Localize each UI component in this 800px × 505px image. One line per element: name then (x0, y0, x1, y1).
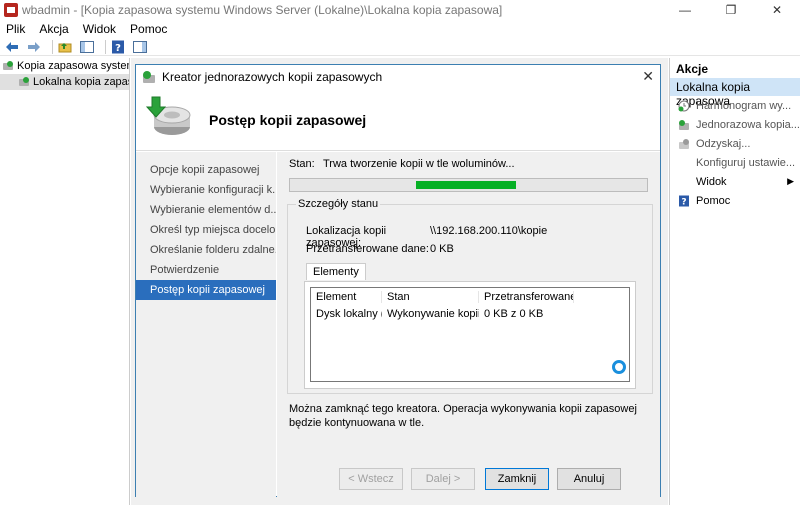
submenu-arrow-icon: ▶ (787, 176, 794, 186)
action-help[interactable]: ? Pomoc (670, 191, 800, 210)
busy-spinner-icon (612, 360, 626, 374)
step-destination-type[interactable]: Określ typ miejsca docelo... (136, 220, 276, 240)
schedule-icon (678, 100, 690, 111)
step-backup-options[interactable]: Opcje kopii zapasowej (136, 160, 276, 180)
local-backup-icon (19, 77, 29, 86)
dialog-title: Kreator jednorazowych kopii zapasowych (162, 70, 383, 84)
menu-view[interactable]: Widok (83, 22, 116, 36)
maximize-button[interactable]: ❐ (708, 0, 754, 20)
dialog-header: Postęp kopii zapasowej (136, 89, 660, 151)
close-window-button[interactable]: ✕ (754, 0, 800, 20)
status-details-group: Szczegóły stanu Lokalizacja kopii zapaso… (287, 198, 653, 394)
show-tree-icon[interactable] (79, 40, 95, 54)
window-controls: — ❐ ✕ (662, 0, 800, 20)
cell-transferred: 0 KB z 0 KB (484, 308, 544, 320)
back-arrow-icon[interactable] (4, 40, 20, 54)
up-folder-icon[interactable] (57, 40, 73, 54)
navigation-tree: Kopia zapasowa systemu W Lokalna kopia z… (0, 58, 130, 505)
tree-item-local-backup[interactable]: Lokalna kopia zapaso (0, 74, 129, 90)
recover-icon (679, 138, 689, 149)
backup-drive-icon (146, 96, 191, 135)
list-item[interactable]: Dysk lokalny (... Wykonywanie kopii... 0… (311, 306, 629, 322)
dialog-close-button[interactable]: ✕ (642, 68, 654, 85)
tree-child-label: Lokalna kopia zapaso (33, 76, 129, 88)
button-bar: < Wstecz Dalej > Zamknij Anuluj (277, 458, 660, 498)
svg-text:?: ? (115, 43, 121, 54)
tab-strip: Elementy (306, 263, 366, 281)
forward-arrow-icon[interactable] (26, 40, 42, 54)
column-transferred[interactable]: Przetransferowane ... (479, 291, 574, 303)
app-icon (4, 2, 18, 17)
cancel-button[interactable]: Anuluj (557, 468, 621, 490)
info-note: Można zamknąć tego kreatora. Operacja wy… (289, 403, 637, 429)
step-backup-progress[interactable]: Postęp kopii zapasowej (136, 280, 276, 300)
status-value: Trwa tworzenie kopii w tle woluminów... (323, 158, 515, 170)
step-confirmation[interactable]: Potwierdzenie (136, 260, 276, 280)
backup-once-icon (679, 119, 689, 130)
transferred-value: 0 KB (430, 243, 454, 255)
cell-status: Wykonywanie kopii... (387, 308, 479, 320)
items-tab-panel: Element Stan Przetransferowane ... Dysk … (304, 281, 636, 389)
progress-fill (416, 181, 516, 189)
toolbar: ? (0, 38, 800, 56)
actions-pane: Akcje Lokalna kopia zapasowa Harmonogram… (669, 58, 800, 505)
wizard-icon (143, 71, 155, 83)
cell-element: Dysk lokalny (... (316, 308, 382, 320)
steps-spacer (136, 152, 276, 160)
menu-action[interactable]: Akcja (39, 22, 68, 36)
title-bar: wbadmin - [Kopia zapasowa systemu Window… (0, 0, 800, 20)
column-element[interactable]: Element (311, 291, 382, 303)
transferred-label: Przetransferowane dane: (306, 243, 429, 255)
backup-wizard-dialog: Kreator jednorazowych kopii zapasowych ✕… (135, 64, 661, 498)
actions-subheader[interactable]: Lokalna kopia zapasowa (670, 78, 800, 108)
actions-header: Akcje (676, 62, 709, 76)
list-header: Element Stan Przetransferowane ... (311, 288, 629, 306)
backup-icon (3, 61, 13, 70)
help-icon: ? (679, 195, 689, 207)
tree-root-label: Kopia zapasowa systemu W (17, 60, 129, 72)
status-row: Stan: Trwa tworzenie kopii w tle wolumin… (289, 158, 515, 170)
dialog-title-bar: Kreator jednorazowych kopii zapasowych (136, 65, 660, 89)
action-view[interactable]: Widok ▶ (670, 172, 800, 191)
window-title: wbadmin - [Kopia zapasowa systemu Window… (22, 2, 503, 17)
menu-bar: Plik Akcja Widok Pomoc (0, 20, 800, 38)
minimize-button[interactable]: — (662, 0, 708, 20)
close-button[interactable]: Zamknij (485, 468, 549, 490)
tree-item-root[interactable]: Kopia zapasowa systemu W (0, 58, 129, 74)
help-icon[interactable]: ? (110, 40, 126, 54)
column-status[interactable]: Stan (382, 291, 479, 303)
svg-text:?: ? (681, 197, 686, 207)
menu-help[interactable]: Pomoc (130, 22, 167, 36)
action-recover[interactable]: Odzyskaj... (670, 134, 800, 153)
wizard-steps: Opcje kopii zapasowej Wybieranie konfigu… (136, 152, 276, 498)
status-label: Stan: (289, 158, 315, 170)
items-list[interactable]: Element Stan Przetransferowane ... Dysk … (310, 287, 630, 382)
page-title: Postęp kopii zapasowej (209, 112, 367, 128)
next-button[interactable]: Dalej > (411, 468, 475, 490)
group-title: Szczegóły stanu (296, 198, 381, 210)
menu-file[interactable]: Plik (6, 22, 25, 36)
step-remote-folder[interactable]: Określanie folderu zdalne... (136, 240, 276, 260)
action-configure[interactable]: Konfiguruj ustawie... (670, 153, 800, 172)
wizard-content: Stan: Trwa tworzenie kopii w tle wolumin… (277, 152, 660, 498)
back-button[interactable]: < Wstecz (339, 468, 403, 490)
transferred-row: Przetransferowane dane: 0 KB (306, 243, 454, 255)
tab-items[interactable]: Elementy (306, 263, 366, 280)
action-backup-once[interactable]: Jednorazowa kopia... (670, 115, 800, 134)
progress-bar (289, 178, 648, 192)
action-schedule[interactable]: Harmonogram wy... (670, 96, 800, 115)
show-action-pane-icon[interactable] (132, 40, 148, 54)
step-select-config[interactable]: Wybieranie konfiguracji k... (136, 180, 276, 200)
step-select-items[interactable]: Wybieranie elementów d... (136, 200, 276, 220)
toolbar-separator (105, 39, 106, 54)
toolbar-separator (52, 39, 53, 54)
